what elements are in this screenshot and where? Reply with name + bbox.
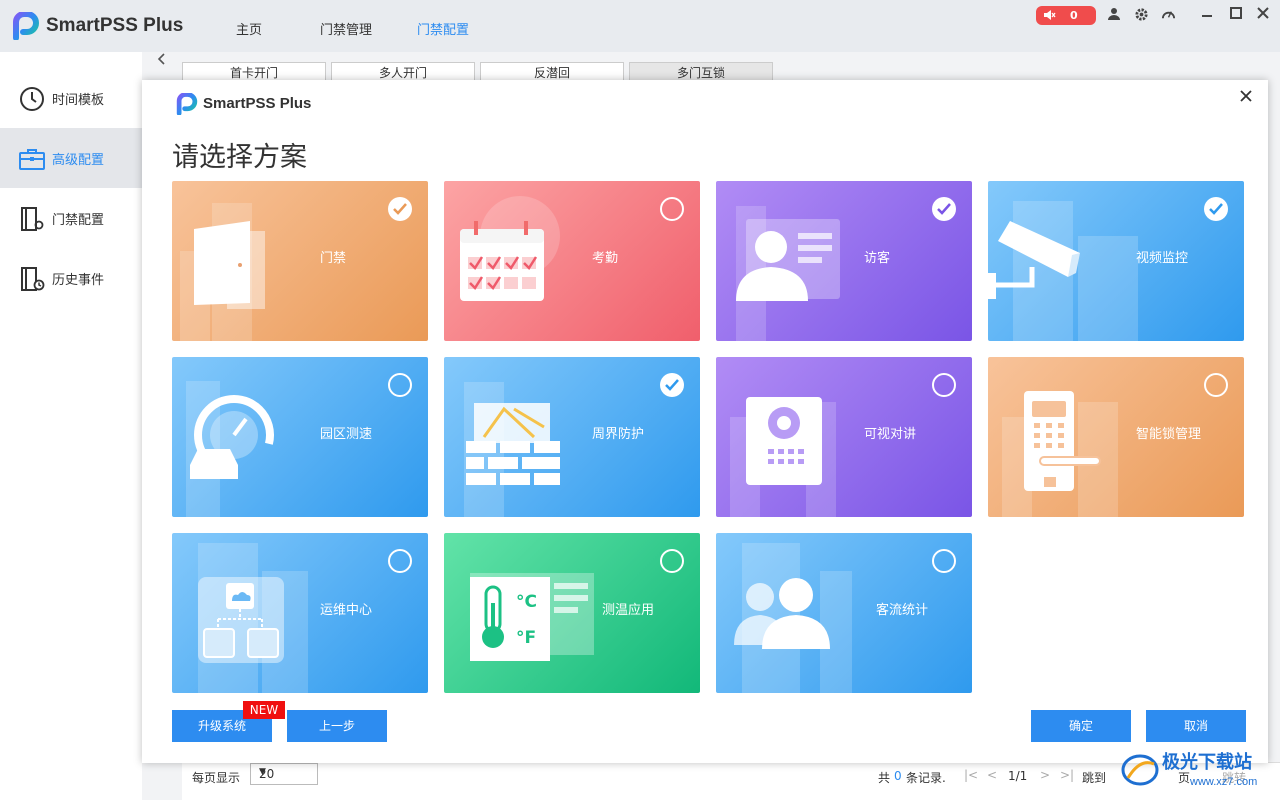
dialog-title: SmartPSS Plus xyxy=(203,95,312,112)
sidebar-item-history-events[interactable]: 历史事件 xyxy=(0,248,142,308)
plan-card-perimeter-protection[interactable]: 周界防护 xyxy=(444,357,700,517)
checkbox-unchecked[interactable] xyxy=(660,549,684,573)
plan-card-label: 周界防护 xyxy=(592,427,645,442)
plan-card-smart-lock[interactable]: 智能锁管理 xyxy=(988,357,1244,517)
plan-card-label: 园区测速 xyxy=(320,427,373,442)
checkbox-checked[interactable] xyxy=(1204,197,1228,221)
plan-card-label: 考勤 xyxy=(592,251,619,266)
settings-gear-icon[interactable] xyxy=(1133,7,1149,23)
watermark-logo-icon xyxy=(1121,754,1159,786)
plan-card-label: 智能锁管理 xyxy=(1136,427,1202,442)
confirm-button[interactable]: 确定 xyxy=(1031,710,1131,742)
plan-selection-dialog: SmartPSS Plus 请选择方案 门禁 考勤 访客 视频监控 园区测速 周… xyxy=(142,80,1268,763)
plan-card-label: 门禁 xyxy=(320,251,347,266)
user-icon[interactable] xyxy=(1106,7,1122,23)
door-history-icon xyxy=(21,267,45,291)
nav-access-config[interactable]: 门禁配置 xyxy=(417,19,469,38)
dialog-heading: 请选择方案 xyxy=(172,142,307,173)
svg-text:°F: °F xyxy=(516,628,536,648)
total-count: 0 xyxy=(894,769,902,783)
window-close-icon[interactable] xyxy=(1255,7,1271,23)
new-badge: NEW xyxy=(243,701,285,719)
door-config-icon xyxy=(21,207,44,231)
pagination-footer: 每页显示 20 ▼ 共 0 条记录. |< < 1/1 > >| 跳到 页 跳转 xyxy=(182,762,1280,800)
sidebar: 时间模板 高级配置 门禁配置 历史事件 xyxy=(0,52,142,800)
performance-gauge-icon[interactable] xyxy=(1160,7,1176,23)
sidebar-item-access-config[interactable]: 门禁配置 xyxy=(0,188,142,248)
checkbox-checked[interactable] xyxy=(660,373,684,397)
checkbox-checked[interactable] xyxy=(388,197,412,221)
plan-card-label: 测温应用 xyxy=(602,603,655,618)
plan-card-passenger-flow[interactable]: 客流统计 xyxy=(716,533,972,693)
title-bar: SmartPSS Plus 主页 门禁管理 门禁配置 0 xyxy=(0,0,1280,52)
chevron-down-icon: ▼ xyxy=(259,767,266,777)
plan-card-video-surveillance[interactable]: 视频监控 xyxy=(988,181,1244,341)
total-suffix: 条记录. xyxy=(906,771,946,785)
sidebar-item-label: 高级配置 xyxy=(52,153,105,168)
next-page-icon[interactable]: > xyxy=(1040,768,1050,782)
collapse-sidebar-chevron-icon[interactable] xyxy=(157,52,167,70)
app-logo-icon xyxy=(176,93,198,115)
app-title: SmartPSS Plus xyxy=(46,15,184,36)
page-indicator: 1/1 xyxy=(1008,769,1028,783)
checkbox-unchecked[interactable] xyxy=(932,549,956,573)
checkbox-unchecked[interactable] xyxy=(1204,373,1228,397)
last-page-icon[interactable]: >| xyxy=(1060,768,1074,782)
plan-card-park-speed[interactable]: 园区测速 xyxy=(172,357,428,517)
nav-home[interactable]: 主页 xyxy=(236,19,262,38)
plan-card-label: 访客 xyxy=(864,251,891,266)
plan-card-label: 视频监控 xyxy=(1136,251,1189,266)
minimize-icon[interactable] xyxy=(1199,7,1215,23)
briefcase-icon xyxy=(19,149,45,170)
sidebar-item-advanced-config[interactable]: 高级配置 xyxy=(0,128,142,188)
per-page-label: 每页显示 xyxy=(192,771,241,785)
jump-label: 跳到 xyxy=(1082,771,1107,785)
speaker-icon xyxy=(1044,10,1056,20)
close-icon[interactable] xyxy=(1240,86,1252,107)
alarm-count: 0 xyxy=(1070,9,1078,22)
per-page-select[interactable]: 20 ▼ xyxy=(250,763,318,785)
sidebar-item-label: 历史事件 xyxy=(52,273,105,288)
plan-card-label: 运维中心 xyxy=(320,603,373,618)
plan-card-attendance[interactable]: 考勤 xyxy=(444,181,700,341)
total-prefix: 共 xyxy=(878,771,891,785)
checkbox-unchecked[interactable] xyxy=(388,549,412,573)
plan-card-operations-center[interactable]: 运维中心 xyxy=(172,533,428,693)
checkbox-unchecked[interactable] xyxy=(660,197,684,221)
svg-text:°C: °C xyxy=(516,592,537,612)
plan-card-temperature[interactable]: °C °F 测温应用 xyxy=(444,533,700,693)
sidebar-item-label: 门禁配置 xyxy=(52,213,105,228)
watermark-url: www.xz7.com xyxy=(1190,776,1258,788)
plan-card-video-intercom[interactable]: 可视对讲 xyxy=(716,357,972,517)
sidebar-item-label: 时间模板 xyxy=(52,93,105,108)
cancel-button[interactable]: 取消 xyxy=(1146,710,1246,742)
prev-page-icon[interactable]: < xyxy=(987,768,997,782)
site-watermark: 极光下载站 www.xz7.com xyxy=(1118,746,1278,800)
alarm-indicator[interactable]: 0 xyxy=(1036,6,1096,25)
nav-access-management[interactable]: 门禁管理 xyxy=(320,19,372,38)
maximize-icon[interactable] xyxy=(1228,7,1244,23)
previous-step-button[interactable]: 上一步 xyxy=(287,710,387,742)
watermark-text: 极光下载站 xyxy=(1162,752,1252,773)
app-logo-icon xyxy=(13,12,39,40)
plan-card-label: 客流统计 xyxy=(876,603,929,618)
first-page-icon[interactable]: |< xyxy=(964,768,978,782)
checkbox-checked[interactable] xyxy=(932,197,956,221)
plan-card-label: 可视对讲 xyxy=(864,427,917,442)
plan-card-access-control[interactable]: 门禁 xyxy=(172,181,428,341)
checkbox-unchecked[interactable] xyxy=(388,373,412,397)
clock-icon xyxy=(20,87,44,111)
plan-card-visitor[interactable]: 访客 xyxy=(716,181,972,341)
sidebar-item-time-template[interactable]: 时间模板 xyxy=(0,68,142,128)
checkbox-unchecked[interactable] xyxy=(932,373,956,397)
